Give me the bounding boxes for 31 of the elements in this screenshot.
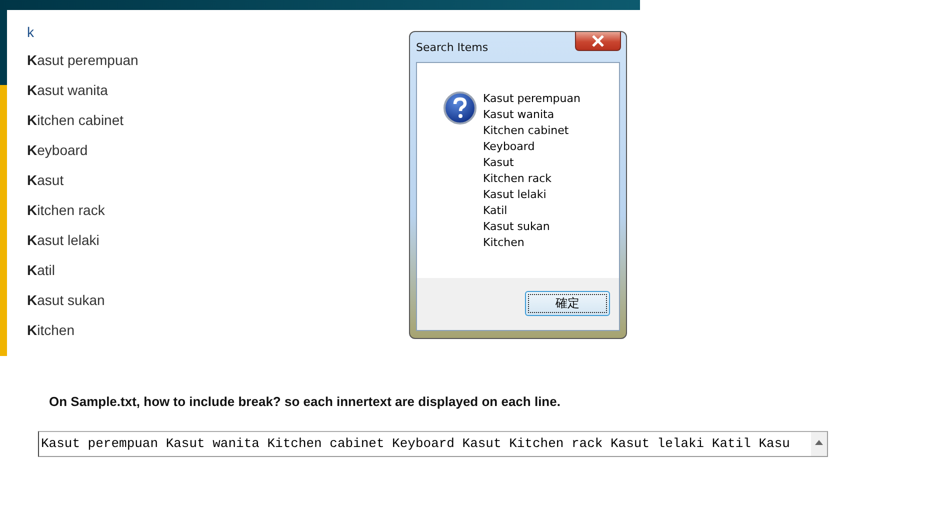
message-line: Kasut lelaki [483,187,548,203]
message-line: Kasut sukan [483,219,551,235]
dialog-title: Search Items [416,41,488,54]
search-field[interactable]: k [27,10,387,50]
suggestion-item[interactable]: Kasut [27,170,64,200]
suggestion-item[interactable]: Kasut perempuan [27,50,138,80]
message-line: Kitchen rack [483,171,553,187]
message-line: Katil [483,203,508,219]
suggestion-item[interactable]: Kasut lelaki [27,230,100,260]
text-area[interactable]: Kasut perempuan Kasut wanita Kitchen cabinet Keyboard Kasut Kitchen rack Kasut lelaki Katil Kasu [38,431,828,457]
scrollbar[interactable] [811,432,827,456]
message-line: Kitchen cabinet [483,123,570,139]
question-text: On Sample.txt, how to include break? so each innertext are displayed on each line. [49,394,562,409]
close-button[interactable] [575,32,621,51]
question-icon [443,91,477,125]
suggestion-item[interactable]: Kitchen [27,320,74,350]
message-line: Kitchen [483,235,526,251]
suggestion-item[interactable]: Kitchen cabinet [27,110,124,140]
suggestion-item[interactable]: Kasut sukan [27,290,105,320]
text-area-value: Kasut perempuan Kasut wanita Kitchen cabinet Keyboard Kasut Kitchen rack Kasut lelaki Katil Kasu [40,435,791,453]
suggestion-item[interactable]: Katil [27,260,56,290]
close-icon [591,35,605,47]
ok-button[interactable]: 確定 [525,290,610,316]
message-line: Kasut [483,155,515,171]
message-line: Kasut wanita [483,107,556,123]
suggestion-item[interactable]: Kitchen rack [27,200,105,230]
suggestion-item[interactable]: Kasut wanita [27,80,108,110]
up-arrow-icon [815,440,823,445]
message-line: Keyboard [483,139,536,155]
suggestion-item[interactable]: Keyboard [27,140,88,170]
message-line: Kasut perempuan [483,91,580,107]
